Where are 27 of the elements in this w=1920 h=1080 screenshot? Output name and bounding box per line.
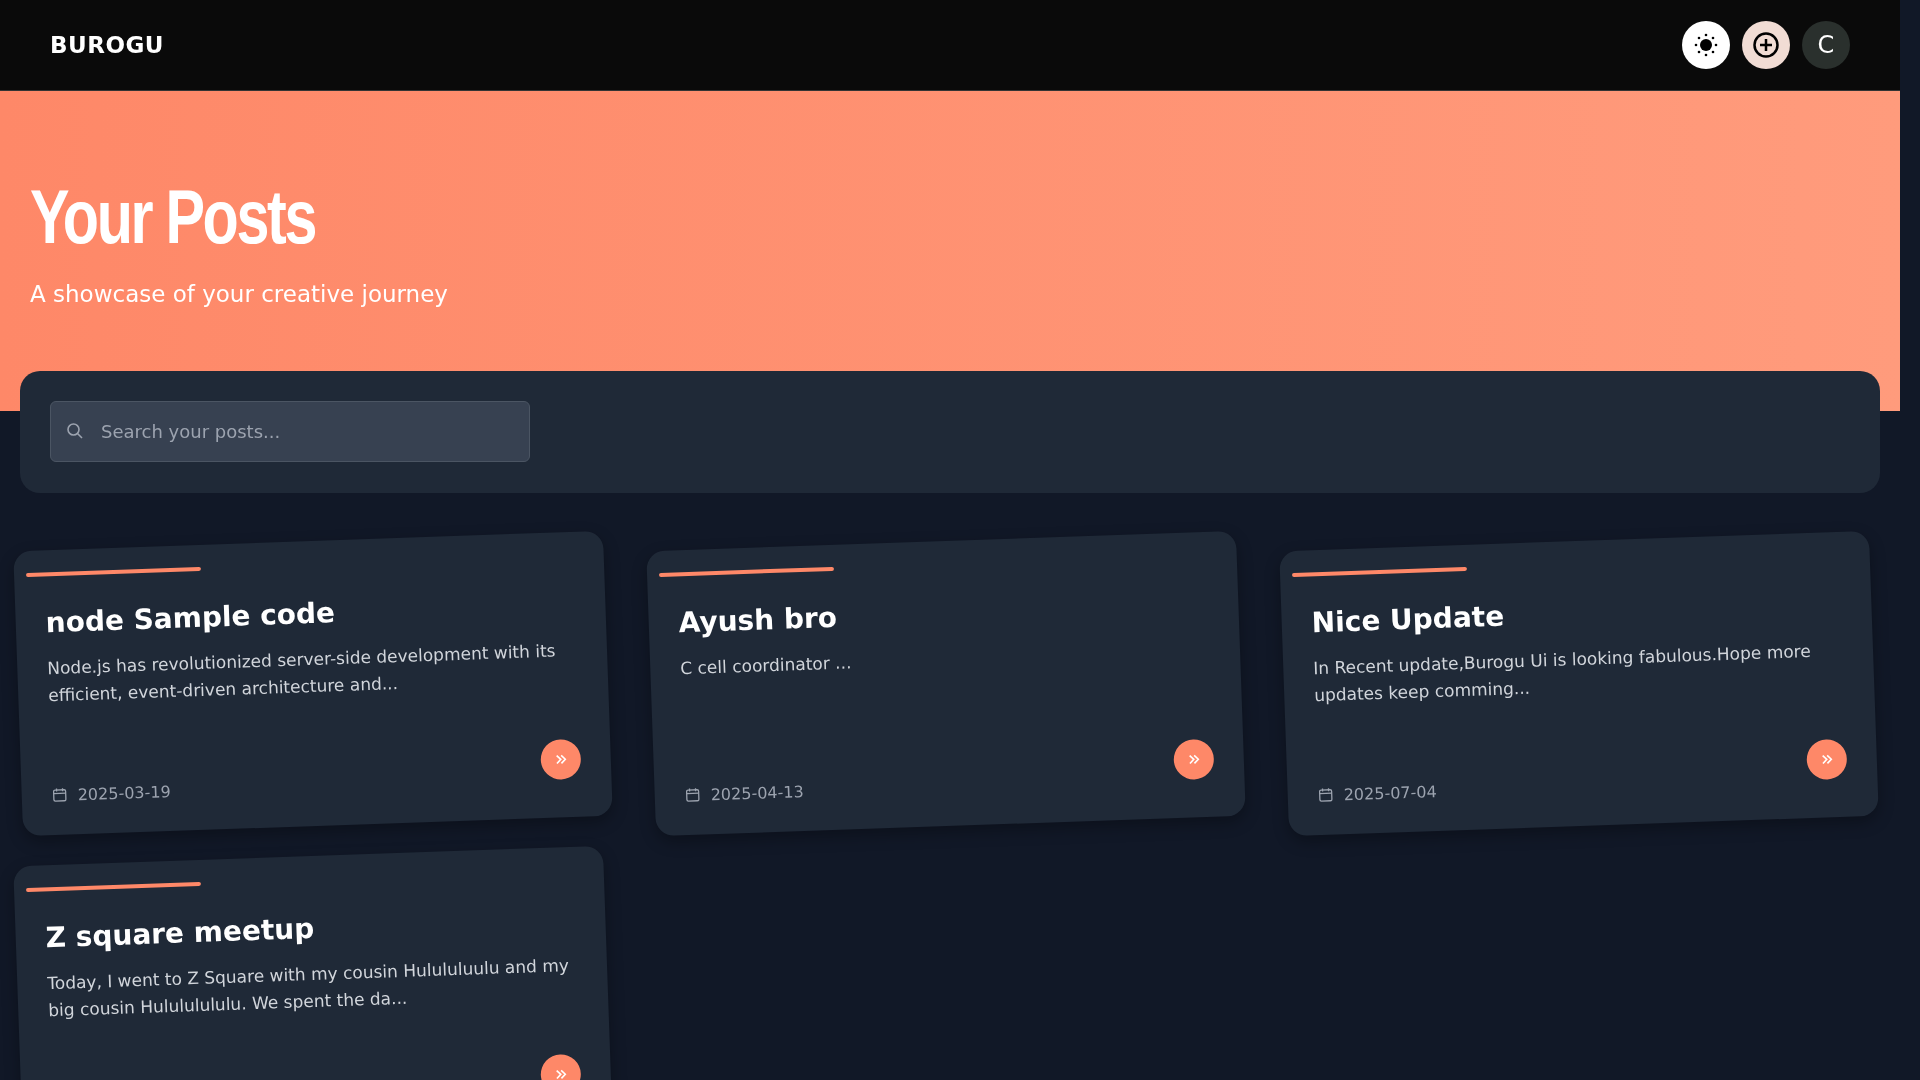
page-subtitle: A showcase of your creative journey: [30, 281, 449, 307]
post-excerpt: C cell coordinator ...: [679, 651, 853, 681]
sun-icon: [1693, 32, 1719, 58]
search-field[interactable]: Search your posts...: [50, 401, 530, 462]
add-post-button[interactable]: [1742, 21, 1790, 69]
post-title: Nice Update: [1311, 598, 1506, 640]
post-date: 2025-04-13: [710, 781, 804, 804]
post-excerpt: Node.js has revolutionized server-side development with its efficient, event-driven architecture and...: [46, 639, 557, 708]
calendar-icon: [51, 786, 68, 804]
post-title: Ayush bro: [678, 599, 839, 640]
post-date: 2025-03-19: [77, 781, 171, 804]
post-title: Z square meetup: [45, 910, 316, 955]
user-avatar[interactable]: C: [1802, 21, 1850, 69]
calendar-icon: [684, 786, 701, 804]
post-excerpt: In Recent update,Burogu Ui is looking fabulous.Hope more updates keep comming...: [1312, 639, 1813, 708]
logo[interactable]: BUROGU: [50, 32, 165, 58]
post-excerpt: Today, I went to Z Square with my cousin Hulululuulu and my big cousin Hulululululu. We spent the da...: [46, 954, 571, 1023]
plus-circle-icon: [1752, 31, 1780, 59]
post-card[interactable]: node Sample code Node.js has revolutionized server-side development with its efficient, event-driven architecture and... 2025-03-19: [13, 530, 613, 837]
post-card[interactable]: Nice Update In Recent update,Burogu Ui is looking fabulous.Hope more updates keep comming... 2025-07-04: [1279, 530, 1879, 837]
post-title: node Sample code: [45, 595, 337, 640]
theme-toggle-button[interactable]: [1682, 21, 1730, 69]
post-card[interactable]: Ayush bro C cell coordinator ... 2025-04-13: [646, 530, 1246, 837]
calendar-icon: [1317, 786, 1334, 804]
page-title: Your Posts: [30, 179, 316, 255]
post-date: 2025-07-04: [1343, 781, 1437, 804]
post-card[interactable]: Z square meetup Today, I went to Z Square with my cousin Hulululuulu and my big cousin Hulululululu. We spent the da...: [13, 845, 613, 1080]
